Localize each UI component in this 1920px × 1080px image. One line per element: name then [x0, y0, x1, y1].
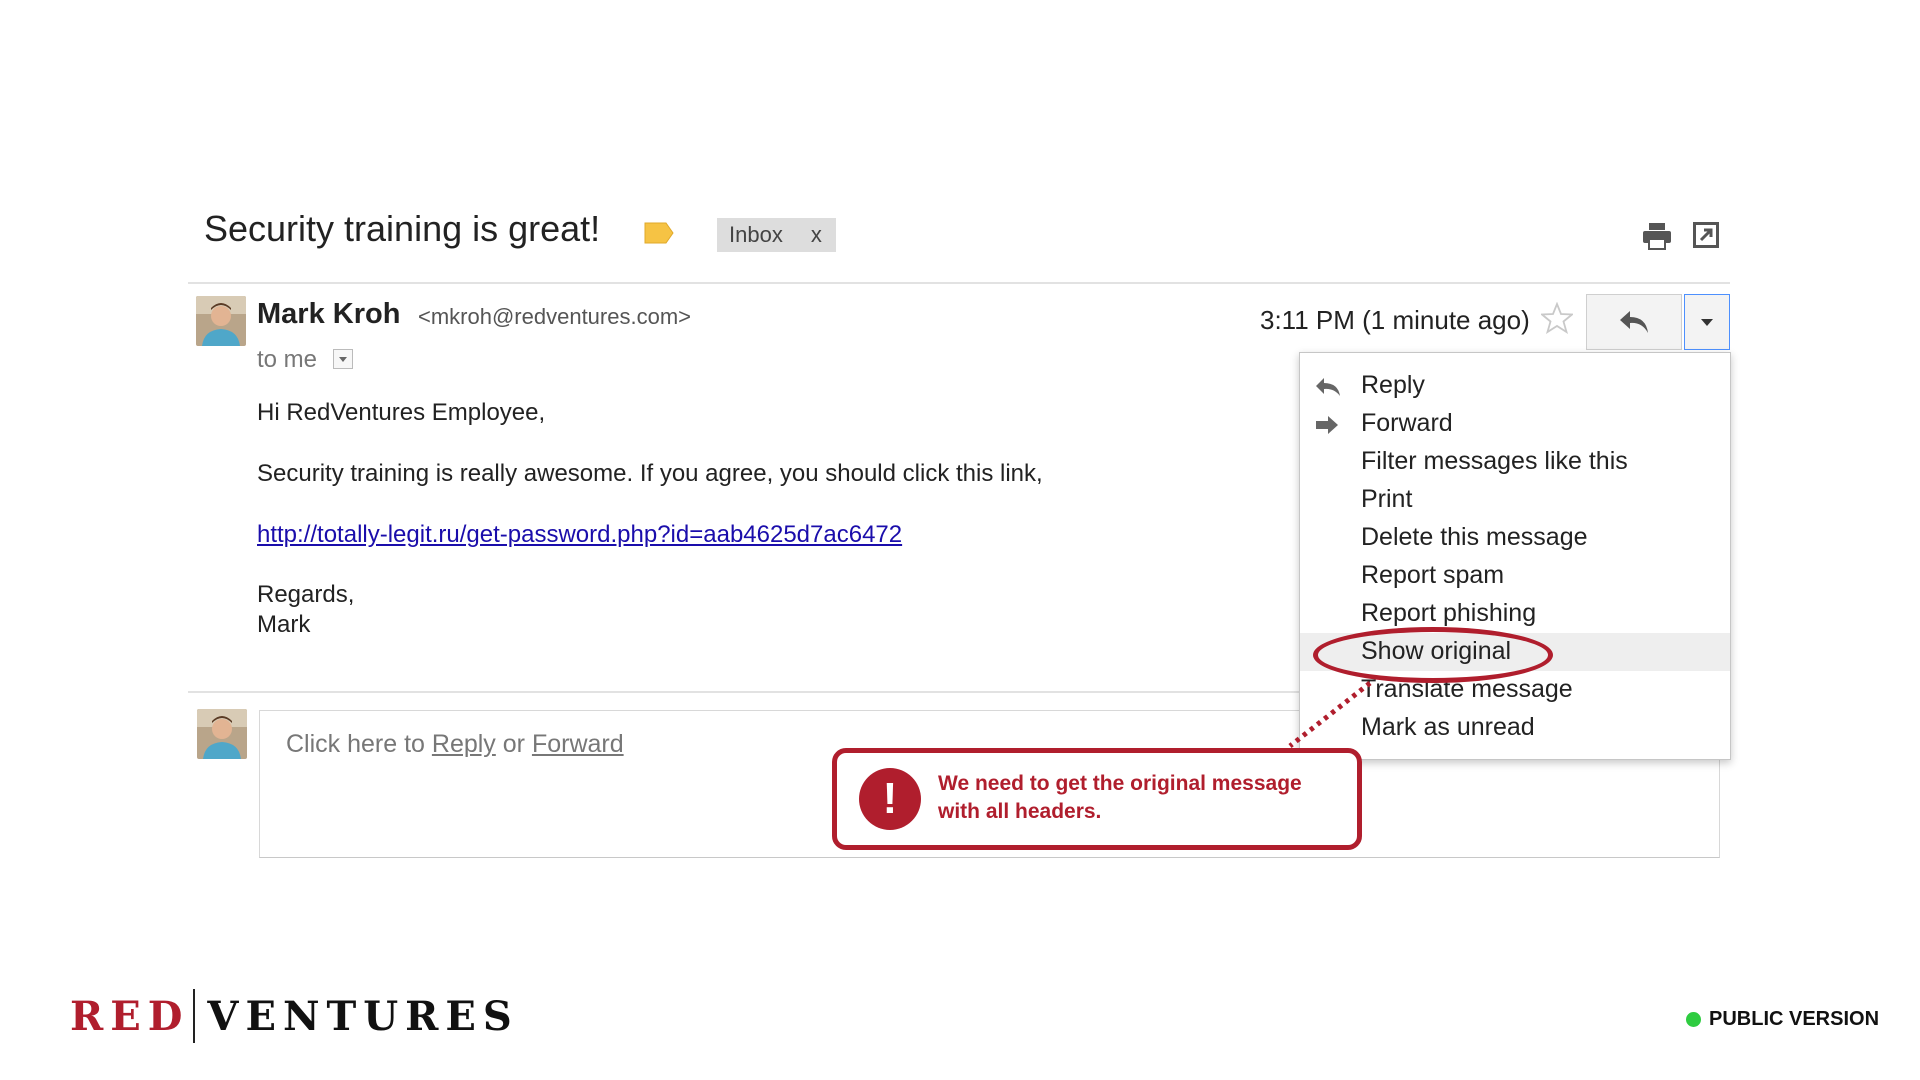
public-version-text: PUBLIC VERSION — [1709, 1008, 1880, 1030]
menu-item-report-spam[interactable]: Report spam — [1300, 557, 1730, 595]
message-timestamp: 3:11 PM (1 minute ago) — [1260, 305, 1530, 335]
menu-item-label: Mark as unread — [1361, 713, 1535, 741]
menu-item-label: Filter messages like this — [1361, 447, 1628, 475]
status-dot-icon — [1686, 1012, 1701, 1027]
sender-name: Mark Kroh — [257, 298, 401, 330]
annotation-text: We need to get the original message with… — [938, 772, 1302, 823]
star-icon[interactable] — [1541, 302, 1573, 334]
sender-email: <mkroh@redventures.com> — [418, 304, 692, 329]
menu-item-label: Forward — [1361, 409, 1453, 437]
reply-icon — [1316, 378, 1340, 396]
menu-item-delete[interactable]: Delete this message — [1300, 519, 1730, 557]
menu-item-print[interactable]: Print — [1300, 481, 1730, 519]
remove-label-button[interactable]: x — [811, 222, 822, 248]
menu-item-label: Translate message — [1361, 675, 1573, 703]
inline-reply-link[interactable]: Reply — [432, 730, 496, 758]
reply-prompt: Click here to Reply or Forward — [286, 730, 624, 759]
menu-item-filter[interactable]: Filter messages like this — [1300, 443, 1730, 481]
body-divider — [188, 691, 1300, 693]
menu-item-label: Delete this message — [1361, 523, 1588, 551]
email-subject: Security training is great! — [204, 208, 601, 249]
popout-icon[interactable] — [1693, 222, 1719, 248]
chevron-down-icon — [339, 357, 347, 362]
logo-ventures-text: VENTURES — [207, 992, 519, 1040]
menu-item-translate[interactable]: Translate message — [1300, 671, 1730, 709]
recipient-details-toggle[interactable] — [333, 349, 353, 369]
email-signature: Mark — [257, 611, 311, 638]
logo-red-text: RED — [70, 992, 190, 1040]
sender-avatar — [196, 296, 246, 346]
header-divider — [188, 282, 1730, 284]
phishing-link[interactable]: http://totally-legit.ru/get-password.php… — [257, 521, 902, 549]
menu-item-report-phishing[interactable]: Report phishing — [1300, 595, 1730, 633]
email-signoff: Regards, — [257, 581, 355, 608]
recipient-label: to me — [257, 346, 318, 373]
print-icon[interactable] — [1642, 222, 1672, 250]
reply-prompt-or: or — [495, 730, 532, 758]
menu-item-reply[interactable]: Reply — [1300, 367, 1730, 405]
public-version-badge: PUBLIC VERSION — [1686, 1008, 1879, 1031]
reply-icon — [1620, 311, 1648, 333]
menu-item-label: Print — [1361, 485, 1413, 513]
message-actions-menu: Reply Forward Filter messages like this … — [1299, 352, 1731, 760]
exclamation-icon: ! — [859, 768, 921, 830]
inline-forward-link[interactable]: Forward — [532, 730, 624, 758]
menu-item-mark-unread[interactable]: Mark as unread — [1300, 709, 1730, 747]
logo-divider — [193, 989, 196, 1043]
more-options-button[interactable] — [1684, 294, 1730, 350]
menu-item-label: Show original — [1361, 637, 1512, 665]
forward-icon — [1316, 416, 1338, 434]
menu-item-show-original[interactable]: Show original — [1300, 633, 1730, 671]
menu-item-label: Report phishing — [1361, 599, 1537, 627]
label-icon[interactable] — [644, 222, 674, 244]
reply-button[interactable] — [1586, 294, 1682, 350]
email-paragraph: Security training is really awesome. If … — [257, 460, 1043, 487]
menu-item-label: Report spam — [1361, 561, 1505, 589]
reply-prompt-prefix: Click here to — [286, 730, 432, 758]
user-avatar — [197, 709, 247, 759]
email-greeting: Hi RedVentures Employee, — [257, 399, 546, 426]
menu-item-label: Reply — [1361, 371, 1425, 399]
inbox-label-chip: Inbox x — [717, 218, 836, 252]
menu-item-forward[interactable]: Forward — [1300, 405, 1730, 443]
company-logo: RED VENTURES — [70, 988, 519, 1044]
inbox-label-text: Inbox — [729, 222, 783, 247]
dropdown-arrow-icon — [1701, 319, 1713, 326]
